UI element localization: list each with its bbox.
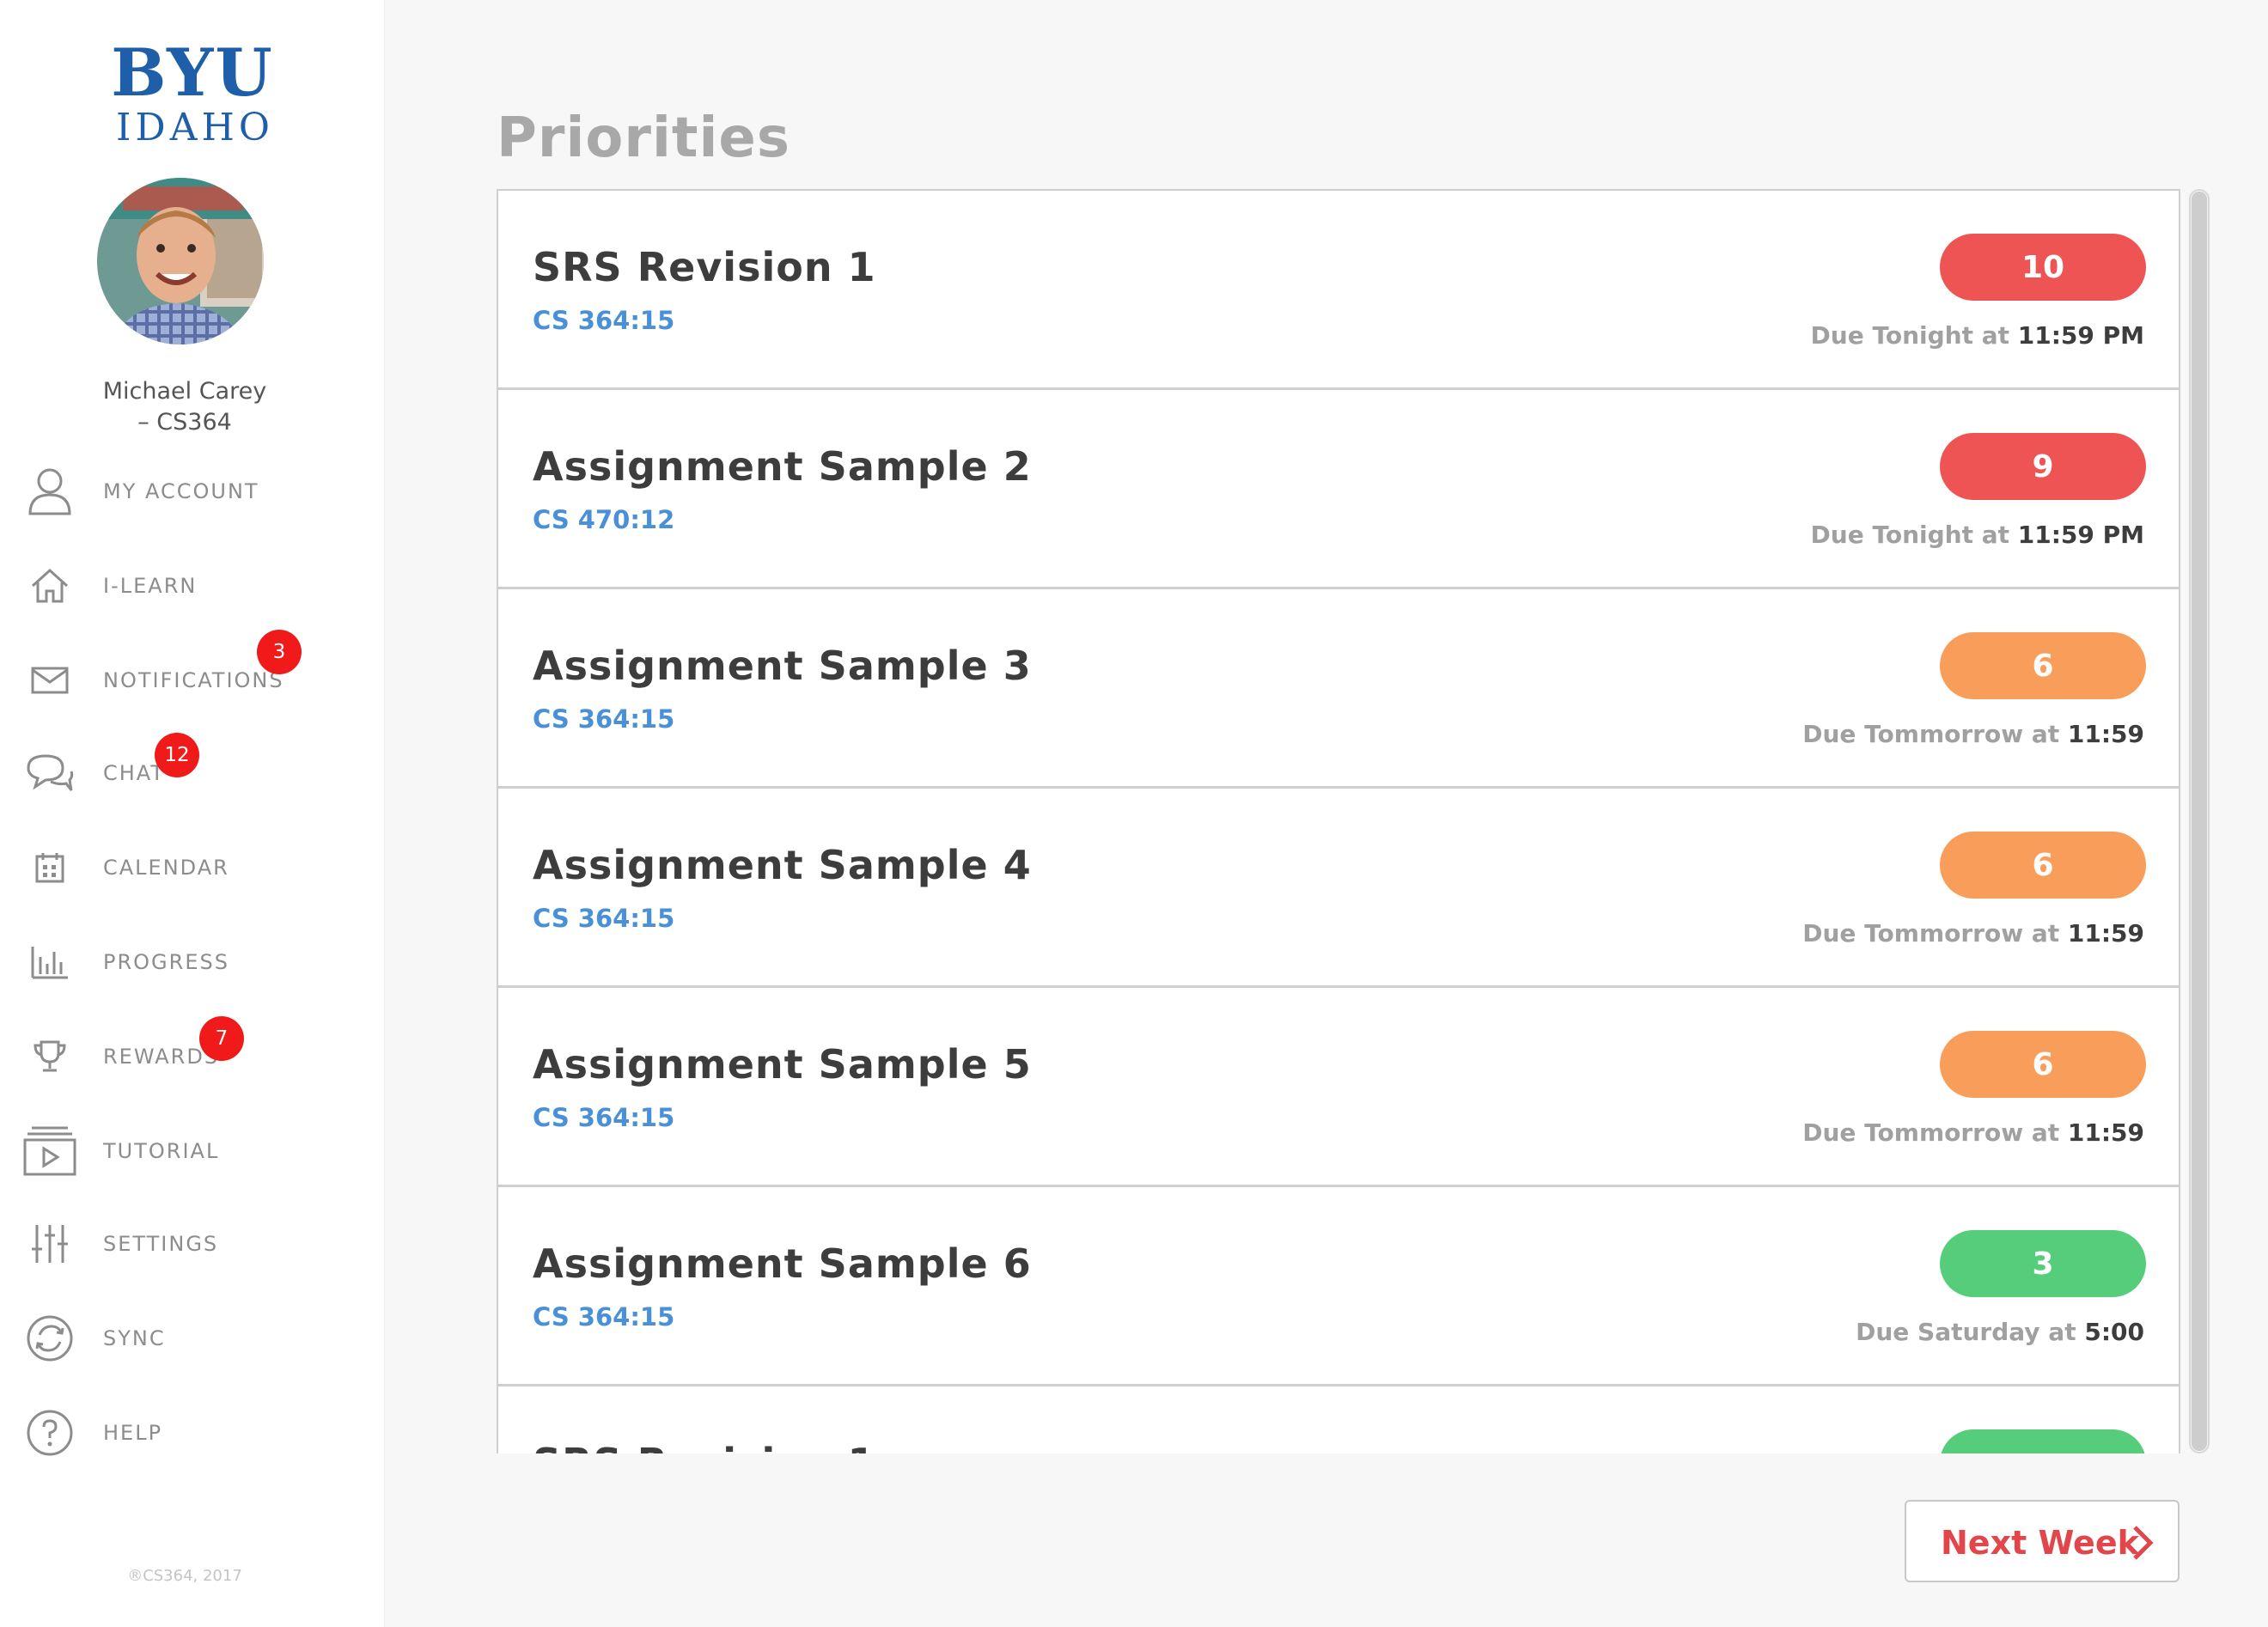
sidebar-item-rewards[interactable]: REWARDS 7: [0, 1016, 361, 1095]
calendar-icon: [22, 840, 77, 895]
scrollbar-thumb[interactable]: [2192, 192, 2207, 1451]
due-date: Due Tommorrow at 11:59: [1802, 720, 2144, 748]
due-date: Due Tommorrow at 11:59: [1802, 1118, 2144, 1147]
card-title: SRS Revision 1: [533, 1440, 876, 1453]
sidebar-item-label: PROGRESS: [103, 950, 229, 974]
home-icon: [22, 558, 77, 613]
user-name-line-1: Michael Carey: [102, 378, 267, 405]
sidebar: BYU IDAHO Michael Carey – CS364 MY ACCOU…: [0, 0, 385, 1627]
chat-icon: [22, 746, 77, 801]
card-course-link[interactable]: CS 364:15: [533, 1103, 674, 1132]
avatar[interactable]: [97, 178, 264, 344]
card-course-link[interactable]: CS 364:15: [533, 704, 674, 734]
chat-count-badge: 12: [155, 733, 199, 777]
copyright: ®CS364, 2017: [127, 1567, 242, 1585]
due-prefix: Due Tommorrow at: [1802, 919, 2060, 948]
due-date: Due Tonight at 11:59 PM: [1811, 521, 2144, 549]
user-name: Michael Carey – CS364: [0, 376, 369, 438]
sidebar-item-calendar[interactable]: CALENDAR: [0, 829, 361, 906]
due-prefix: Due Saturday at: [1856, 1318, 2076, 1346]
sidebar-item-label: I-LEARN: [103, 574, 198, 598]
card-title: Assignment Sample 3: [533, 643, 1032, 689]
card-course-link[interactable]: CS 364:15: [533, 904, 674, 933]
priority-badge: 10: [1940, 234, 2146, 301]
sync-icon: [22, 1311, 77, 1366]
sidebar-item-label: HELP: [103, 1421, 163, 1445]
trophy-icon: [22, 1029, 77, 1084]
card-course-link[interactable]: CS 470:12: [533, 505, 674, 534]
priority-card[interactable]: Assignment Sample 4 CS 364:15 6 Due Tommorr…: [497, 787, 2180, 987]
priority-badge: 6: [1940, 1031, 2146, 1098]
priority-card[interactable]: SRS Revision 1: [497, 1385, 2180, 1453]
priorities-list[interactable]: SRS Revision 1 CS 364:15 10 Due Tonight at …: [497, 189, 2180, 1453]
priority-card[interactable]: SRS Revision 1 CS 364:15 10 Due Tonight at …: [497, 189, 2180, 389]
due-prefix: Due Tonight at: [1810, 321, 2009, 350]
sidebar-item-progress[interactable]: PROGRESS: [0, 923, 361, 1001]
help-icon: [22, 1405, 77, 1460]
priority-badge: 9: [1940, 433, 2146, 500]
chevron-right-icon: [2130, 1524, 2155, 1562]
card-title: Assignment Sample 5: [533, 1041, 1032, 1088]
sidebar-item-tutorial[interactable]: TUTORIAL: [0, 1112, 361, 1190]
sidebar-item-chat[interactable]: CHAT 12: [0, 733, 361, 812]
logo-line-2: IDAHO: [116, 106, 274, 149]
sidebar-item-label: SYNC: [103, 1326, 166, 1350]
sliders-icon: [22, 1216, 77, 1271]
due-time: 11:59 PM: [2017, 521, 2144, 549]
sidebar-item-i-learn[interactable]: I-LEARN: [0, 547, 361, 625]
priority-badge: [1940, 1429, 2146, 1453]
envelope-icon: [22, 653, 77, 708]
logo-line-1: BYU: [111, 34, 274, 111]
sidebar-item-label: SETTINGS: [103, 1232, 219, 1256]
sidebar-item-notifications[interactable]: NOTIFICATIONS 3: [0, 630, 361, 719]
priority-card[interactable]: Assignment Sample 2 CS 470:12 9 Due Tonight…: [497, 388, 2180, 588]
priority-card[interactable]: Assignment Sample 5 CS 364:15 6 Due Tommorr…: [497, 986, 2180, 1186]
bar-chart-icon: [22, 935, 77, 990]
due-date: Due Saturday at 5:00: [1856, 1318, 2144, 1346]
next-week-button[interactable]: Next Week: [1905, 1500, 2180, 1582]
due-prefix: Due Tommorrow at: [1802, 720, 2060, 748]
notification-count-badge: 3: [257, 630, 302, 674]
due-date: Due Tonight at 11:59 PM: [1811, 321, 2144, 350]
due-time: 11:59: [2067, 919, 2144, 948]
due-time: 11:59: [2067, 1118, 2144, 1147]
byu-idaho-logo: BYU IDAHO: [0, 40, 385, 149]
sidebar-item-sync[interactable]: SYNC: [0, 1300, 361, 1377]
due-date: Due Tommorrow at 11:59: [1802, 919, 2144, 948]
priority-badge: 3: [1940, 1230, 2146, 1297]
priority-card[interactable]: Assignment Sample 3 CS 364:15 6 Due Tommorr…: [497, 588, 2180, 788]
user-name-line-2: – CS364: [137, 409, 232, 436]
priority-card[interactable]: Assignment Sample 6 CS 364:15 3 Due Saturda…: [497, 1185, 2180, 1386]
rewards-count-badge: 7: [199, 1016, 244, 1061]
sidebar-item-label: NOTIFICATIONS: [103, 668, 284, 692]
priority-badge: 6: [1940, 632, 2146, 699]
due-time: 11:59 PM: [2017, 321, 2144, 350]
sidebar-item-my-account[interactable]: MY ACCOUNT: [0, 453, 361, 530]
card-course-link[interactable]: CS 364:15: [533, 306, 674, 335]
avatar-photo: [97, 178, 264, 344]
sidebar-item-label: MY ACCOUNT: [103, 479, 259, 503]
next-week-label: Next Week: [1941, 1524, 2139, 1562]
card-title: Assignment Sample 6: [533, 1240, 1032, 1287]
sidebar-item-label: TUTORIAL: [103, 1139, 220, 1163]
due-prefix: Due Tonight at: [1810, 521, 2009, 549]
sidebar-item-label: CHAT: [103, 761, 166, 785]
user-icon: [22, 464, 77, 519]
priority-badge: 6: [1940, 832, 2146, 899]
card-title: Assignment Sample 4: [533, 842, 1032, 888]
card-course-link[interactable]: CS 364:15: [533, 1302, 674, 1331]
card-title: Assignment Sample 2: [533, 443, 1032, 490]
due-prefix: Due Tommorrow at: [1802, 1118, 2060, 1147]
sidebar-item-help[interactable]: HELP: [0, 1394, 361, 1472]
sidebar-item-label: CALENDAR: [103, 856, 229, 880]
video-icon: [22, 1124, 77, 1179]
due-time: 5:00: [2084, 1318, 2144, 1346]
due-time: 11:59: [2067, 720, 2144, 748]
card-title: SRS Revision 1: [533, 244, 876, 290]
sidebar-item-settings[interactable]: SETTINGS: [0, 1205, 361, 1283]
page-title: Priorities: [497, 107, 790, 170]
